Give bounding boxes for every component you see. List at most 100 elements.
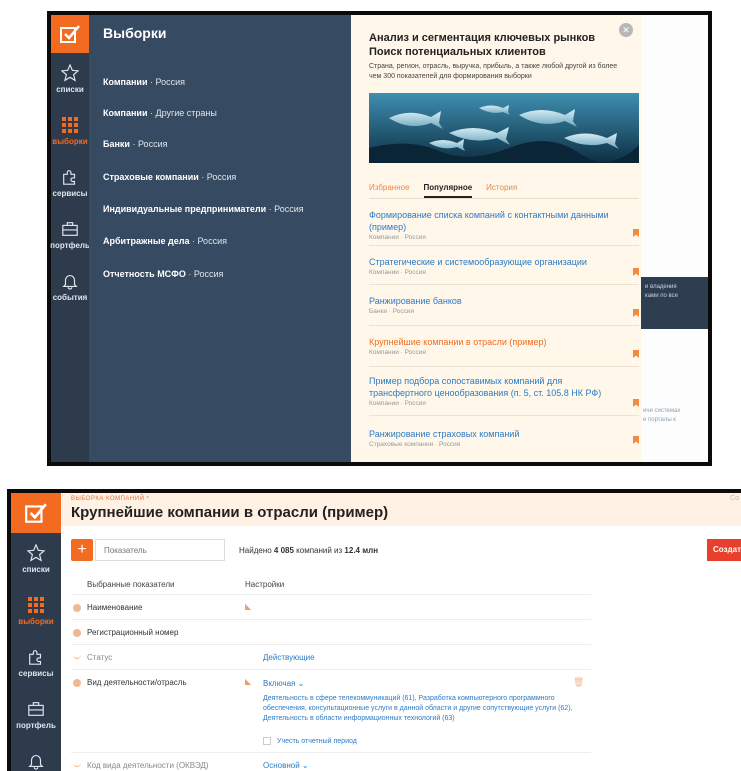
rail-item-selections[interactable]: выборки [11,585,61,637]
eye-icon[interactable] [73,629,81,637]
checkbox-label: Учесть отчетный период [277,737,357,745]
bookmark-icon[interactable] [633,229,639,237]
menu-item-companies-russia[interactable]: Компании · Россия [103,77,185,87]
rail-label: выборки [18,617,54,626]
menu-item-arbitration[interactable]: Арбитражные дела · Россия [103,236,227,246]
menu-item-main: Арбитражные дела [103,236,190,246]
list-item-sub: Компании · Россия [369,269,426,276]
rail-label: сервисы [52,189,88,198]
close-icon[interactable]: ✕ [619,23,633,37]
rail-item-services[interactable]: сервисы [51,157,89,209]
list-item-title: Пример подбора сопоставимых компаний для… [369,376,602,398]
flag-icon[interactable]: ◣ [245,677,251,686]
list-item-sub: Компании · Россия [369,400,426,407]
list-item-sub: Компании · Россия [369,234,426,241]
eye-icon[interactable] [73,604,81,612]
panel-title-line: Поиск потенциальных клиентов [369,46,546,58]
list-item[interactable]: Крупнейшие компании в отрасли (пример) К… [369,326,639,367]
eye-closed-icon[interactable] [73,763,81,767]
bell-icon [62,275,78,290]
menu-title: Выборки [103,25,167,41]
panel-tabs: Избранное Популярное История [369,183,517,198]
list-item[interactable]: Ранжирование страховых компаний Страховы… [369,416,639,452]
status-setting-link[interactable]: Действующие [263,653,315,662]
menu-item-sub: · Россия [266,204,304,214]
create-button[interactable]: Создать [707,539,741,561]
menu-item-main: Страховые компании [103,172,199,182]
column-header-settings: Настройки [245,580,285,589]
divider [71,752,591,753]
page-header: ВЫБОРКА КОМПАНИЙ * Крупнейшие компании в… [61,493,741,526]
rail-item-events[interactable]: события [51,261,89,313]
fish-image [369,93,639,163]
menu-item-main: Компании [103,108,148,118]
background-text: и владения [645,284,677,290]
divider [71,594,591,595]
list-item-sub: Страховые компании · Россия [369,441,461,448]
menu-item-companies-other[interactable]: Компании · Другие страны [103,108,217,118]
rail-item-lists[interactable]: списки [11,533,61,585]
tab-favorites[interactable]: Избранное [369,183,410,198]
eye-icon[interactable] [73,679,81,687]
menu-item-sub: · Россия [185,269,224,279]
trash-icon[interactable]: 🗑 [573,677,584,688]
indicator-search-input[interactable] [95,539,225,561]
found-number: 4 085 [273,546,294,555]
row-label-activity: Вид деятельности/отрасль [87,678,187,687]
info-panel: ✕ Анализ и сегментация ключевых рынков П… [351,15,641,462]
reporting-period-checkbox[interactable]: Учесть отчетный период [263,737,357,745]
menu-item-insurance[interactable]: Страховые компании · Россия [103,172,236,182]
rail-item-portfolio[interactable]: портфель [11,689,61,741]
activity-codes-text[interactable]: Деятельность в сфере телекоммуникаций (6… [263,694,573,724]
puzzle-icon [63,170,76,185]
add-indicator-button[interactable]: + [71,539,93,561]
tab-history[interactable]: История [486,183,517,198]
include-dropdown[interactable]: Включая ⌄ [263,679,304,688]
screenshot-selections-menu: списки выборки сервисы портфель события … [47,11,712,466]
rail-item-lists[interactable]: списки [51,53,89,105]
menu-item-banks[interactable]: Банки · Россия [103,139,167,149]
list-item[interactable]: Пример подбора сопоставимых компаний для… [369,367,639,416]
found-count: Найдено 4 085 компаний из 12.4 млн [239,546,378,555]
menu-item-ifrs[interactable]: Отчетность МСФО · Россия [103,269,223,279]
rail-item-portfolio[interactable]: портфель [50,209,90,261]
rail-label: списки [22,565,50,574]
toolbar: + Найдено 4 085 компаний из 12.4 млн Соз… [61,526,741,574]
rail-label: портфель [16,721,56,730]
grid-icon [28,597,44,613]
background-dark-block: и владения ками по все [641,277,708,329]
rail-item-services[interactable]: сервисы [11,637,61,689]
eye-closed-icon[interactable] [73,655,81,659]
list-item-sub: Компании · Россия [369,349,426,356]
list-item[interactable]: Стратегические и системообразующие орган… [369,246,639,285]
briefcase-icon [62,222,78,236]
rail-label: списки [56,85,84,94]
bookmark-icon[interactable] [633,268,639,276]
background-text: е порталы к [643,417,676,423]
breadcrumb[interactable]: ВЫБОРКА КОМПАНИЙ * [71,496,149,502]
menu-item-main: Отчетность МСФО [103,269,186,279]
bookmark-icon[interactable] [633,399,639,407]
bookmark-icon[interactable] [633,309,639,317]
bookmark-icon[interactable] [633,436,639,444]
column-header-selected: Выбранные показатели [87,580,175,589]
okved-setting-dropdown[interactable]: Основной ⌄ [263,761,309,770]
logo-checkbox-icon[interactable] [11,493,61,533]
popular-list: Формирование списка компаний с контактны… [369,205,639,452]
menu-item-main: Банки [103,139,130,149]
tab-popular[interactable]: Популярное [423,183,473,198]
bookmark-icon[interactable] [633,350,639,358]
corner-text: Со [730,495,739,502]
background-text-block: ичи системах е порталы к [643,407,680,425]
checkbox[interactable] [263,737,271,745]
tabs-divider [369,198,639,199]
flag-icon[interactable]: ◣ [245,602,251,611]
rail-item-events[interactable]: события [11,741,61,771]
menu-item-entrepreneurs[interactable]: Индивидуальные предприниматели · Россия [103,204,304,214]
list-item[interactable]: Ранжирование банков Банки · Россия [369,285,639,326]
rail-item-selections[interactable]: выборки [51,105,89,157]
page-title[interactable]: Крупнейшие компании в отрасли (пример) [71,504,388,521]
logo-checkbox-icon[interactable] [51,15,89,53]
list-item[interactable]: Формирование списка компаний с контактны… [369,205,639,246]
row-label-okved: Код вида деятельности (ОКВЭД) [87,761,209,770]
